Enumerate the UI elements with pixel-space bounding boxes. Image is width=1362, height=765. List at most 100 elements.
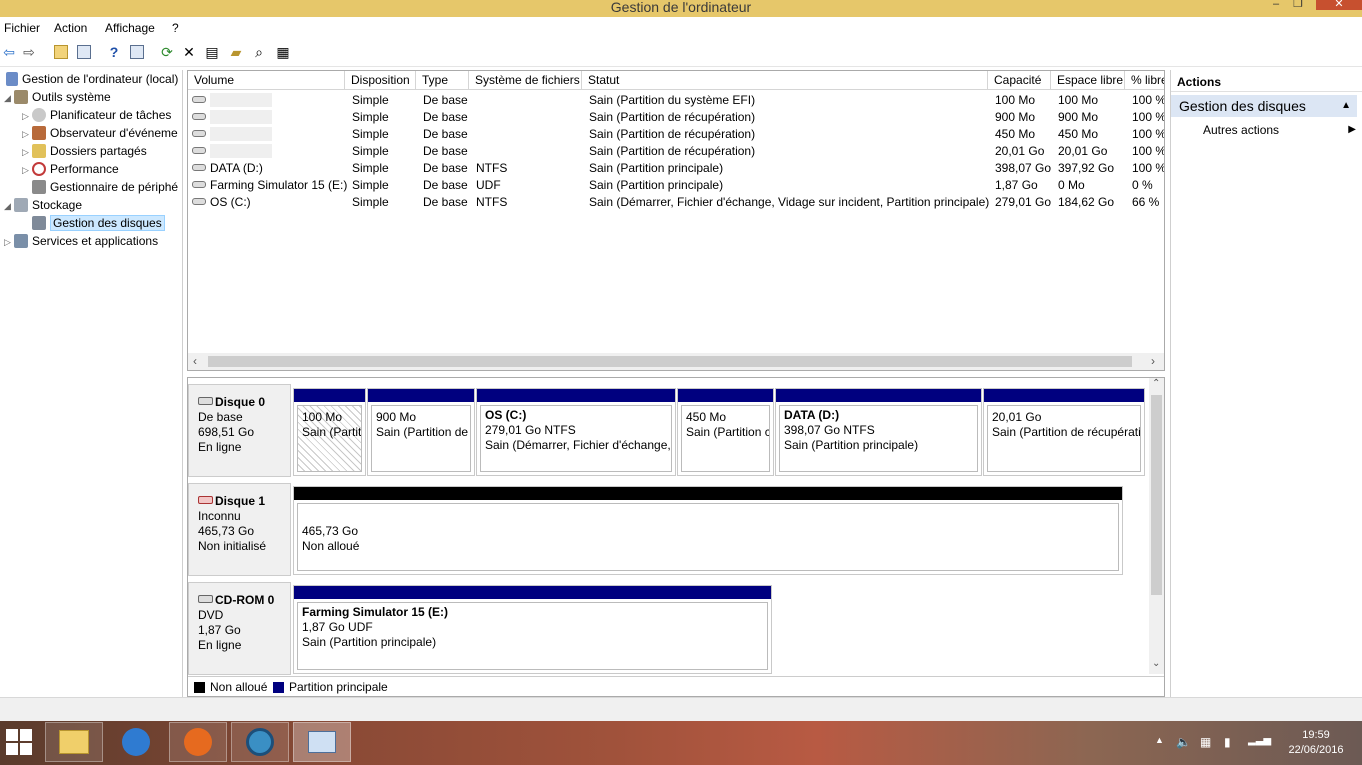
back-icon[interactable]: ⇦	[0, 43, 18, 61]
export-list-icon[interactable]: ▦	[274, 43, 292, 61]
refresh-icon[interactable]: ⟳	[158, 43, 176, 61]
expand-icon[interactable]: ▷	[22, 125, 32, 143]
partition-efi[interactable]: 100 Mo Sain (Partit	[293, 388, 366, 476]
partition-data-d[interactable]: DATA (D:) 398,07 Go NTFS Sain (Partition p…	[775, 388, 982, 476]
maximize-button[interactable]: ❐	[1288, 0, 1308, 10]
start-icon[interactable]	[6, 729, 32, 755]
table-cell: De base	[423, 110, 468, 124]
computer-management-button[interactable]	[293, 722, 351, 762]
console-tree-icon[interactable]	[75, 43, 93, 61]
forward-icon[interactable]: ⇨	[20, 43, 38, 61]
table-row[interactable]: Farming Simulator 15 (E:) Simple De base UD…	[188, 177, 1164, 194]
partition-os-c[interactable]: OS (C:) 279,01 Go NTFS Sain (Démarrer, Fic…	[476, 388, 676, 476]
scroll-left-icon[interactable]: ‹	[193, 354, 197, 368]
menu-fichier[interactable]: Fichier	[4, 21, 40, 35]
close-button[interactable]: ✕	[1316, 0, 1362, 10]
open-folder-icon[interactable]: ▰	[227, 43, 245, 61]
column-volume[interactable]: Volume	[188, 71, 345, 90]
media-app-button[interactable]	[231, 722, 289, 762]
table-cell: 66 %	[1132, 195, 1160, 209]
volume-list-horizontal-scrollbar[interactable]: ‹ ›	[188, 353, 1164, 370]
thunderbird-button[interactable]	[107, 722, 165, 762]
actions-section-disk-management[interactable]: Gestion des disques ▲	[1171, 95, 1357, 117]
tree-item-computer-management[interactable]: Gestion de l'ordinateur (local)	[6, 70, 178, 88]
tree-item-system-tools[interactable]: ◢ Outils système	[4, 88, 111, 106]
scrollbar-thumb[interactable]	[1151, 395, 1162, 595]
partition-farming-simulator-e[interactable]: Farming Simulator 15 (E:) 1,87 Go UDF Sain…	[293, 585, 772, 674]
menu-action[interactable]: Action	[54, 21, 87, 35]
volume-icon[interactable]: 🔈	[1176, 735, 1191, 749]
expand-icon[interactable]: ▷	[22, 161, 32, 179]
action-center-icon[interactable]: ▦	[1200, 735, 1211, 749]
menu-help[interactable]: ?	[172, 21, 179, 35]
tree-item-task-scheduler[interactable]: ▷ Planificateur de tâches	[22, 106, 171, 124]
tree-item-event-viewer[interactable]: ▷ Observateur d'événeme	[22, 124, 178, 142]
up-folder-icon[interactable]	[52, 43, 70, 61]
expand-icon[interactable]: ▷	[22, 143, 32, 161]
expand-icon[interactable]: ▷	[22, 107, 32, 125]
column-file-system[interactable]: Système de fichiers	[469, 71, 582, 90]
menu-affichage[interactable]: Affichage	[105, 21, 155, 35]
tree-item-performance[interactable]: ▷ Performance	[22, 160, 119, 178]
table-row[interactable]: Simple De base Sain (Partition de récupéra…	[188, 109, 1164, 126]
table-row[interactable]: Simple De base Sain (Partition du système …	[188, 92, 1164, 109]
scroll-right-icon[interactable]: ›	[1151, 354, 1155, 368]
column-capacity[interactable]: Capacité	[988, 71, 1051, 90]
file-explorer-button[interactable]	[45, 722, 103, 762]
collapse-icon[interactable]: ◢	[4, 197, 14, 215]
disk-view-vertical-scrollbar[interactable]: ⌃ ⌄	[1149, 378, 1164, 674]
network-signal-icon[interactable]: ▂▃▅	[1248, 735, 1271, 746]
unallocated-space[interactable]: 465,73 Go Non alloué	[293, 486, 1123, 575]
scroll-up-icon[interactable]: ⌃	[1152, 378, 1160, 389]
tree-item-disk-management[interactable]: Gestion des disques	[22, 214, 165, 232]
disk-0-label[interactable]: Disque 0 De base 698,51 Go En ligne	[188, 384, 291, 477]
more-actions-item[interactable]: Autres actions ▶	[1203, 122, 1356, 138]
column-disposition[interactable]: Disposition	[345, 71, 416, 90]
delete-icon[interactable]: ✕	[180, 43, 198, 61]
tray-overflow-icon[interactable]: ▲	[1155, 735, 1164, 745]
table-cell: Simple	[352, 178, 389, 192]
cdrom-0-label[interactable]: CD-ROM 0 DVD 1,87 Go En ligne	[188, 582, 291, 675]
device-manager-icon	[32, 180, 46, 194]
tools-icon	[14, 90, 28, 104]
table-cell: DATA (D:)	[192, 160, 347, 177]
column-status[interactable]: Statut	[582, 71, 988, 90]
table-cell: 450 Mo	[1058, 127, 1099, 141]
clock[interactable]: 19:59 22/06/2016	[1276, 728, 1356, 758]
minimize-button[interactable]: –	[1266, 0, 1286, 10]
firefox-button[interactable]	[169, 722, 227, 762]
expand-icon[interactable]: ▷	[4, 233, 14, 251]
help-icon[interactable]: ?	[105, 43, 123, 61]
table-row[interactable]: OS (C:) Simple De base NTFS Sain (Démarrer, …	[188, 194, 1164, 211]
thunderbird-icon	[122, 728, 150, 756]
tree-item-shared-folders[interactable]: ▷ Dossiers partagés	[22, 142, 147, 160]
show-pane-icon[interactable]	[128, 43, 146, 61]
partition-recovery-2[interactable]: 450 Mo Sain (Partition c	[677, 388, 774, 476]
table-cell: De base	[423, 127, 468, 141]
tree-item-services-applications[interactable]: ▷ Services et applications	[4, 232, 158, 250]
partition-bar	[776, 389, 981, 402]
table-cell: 397,92 Go	[1058, 161, 1115, 175]
table-cell: OS (C:)	[192, 194, 347, 211]
table-row[interactable]: Simple De base Sain (Partition de récupéra…	[188, 126, 1164, 143]
partition-recovery-3[interactable]: 20,01 Go Sain (Partition de récupérati	[983, 388, 1145, 476]
properties-icon[interactable]: ▤	[203, 43, 221, 61]
column-percent-free[interactable]: % libre	[1125, 71, 1164, 90]
power-icon[interactable]: ▮	[1224, 735, 1231, 749]
scrollbar-thumb[interactable]	[208, 356, 1132, 367]
table-cell: Sain (Partition du système EFI)	[589, 93, 756, 107]
scroll-down-icon[interactable]: ⌄	[1152, 658, 1160, 669]
tree-item-device-manager[interactable]: Gestionnaire de périphé	[22, 178, 178, 196]
collapse-icon[interactable]: ◢	[4, 89, 14, 107]
partition-recovery-1[interactable]: 900 Mo Sain (Partition de	[367, 388, 475, 476]
table-cell	[192, 143, 347, 160]
search-icon[interactable]: ⌕	[250, 43, 268, 61]
column-type[interactable]: Type	[416, 71, 469, 90]
table-row[interactable]: DATA (D:) Simple De base NTFS Sain (Partitio…	[188, 160, 1164, 177]
collapse-up-icon[interactable]: ▲	[1341, 95, 1351, 117]
column-free-space[interactable]: Espace libre	[1051, 71, 1125, 90]
table-row[interactable]: Simple De base Sain (Partition de récupéra…	[188, 143, 1164, 160]
disk-1-label[interactable]: Disque 1 Inconnu 465,73 Go Non initialis…	[188, 483, 291, 576]
partition-bar	[368, 389, 474, 402]
tree-item-storage[interactable]: ◢ Stockage	[4, 196, 82, 214]
